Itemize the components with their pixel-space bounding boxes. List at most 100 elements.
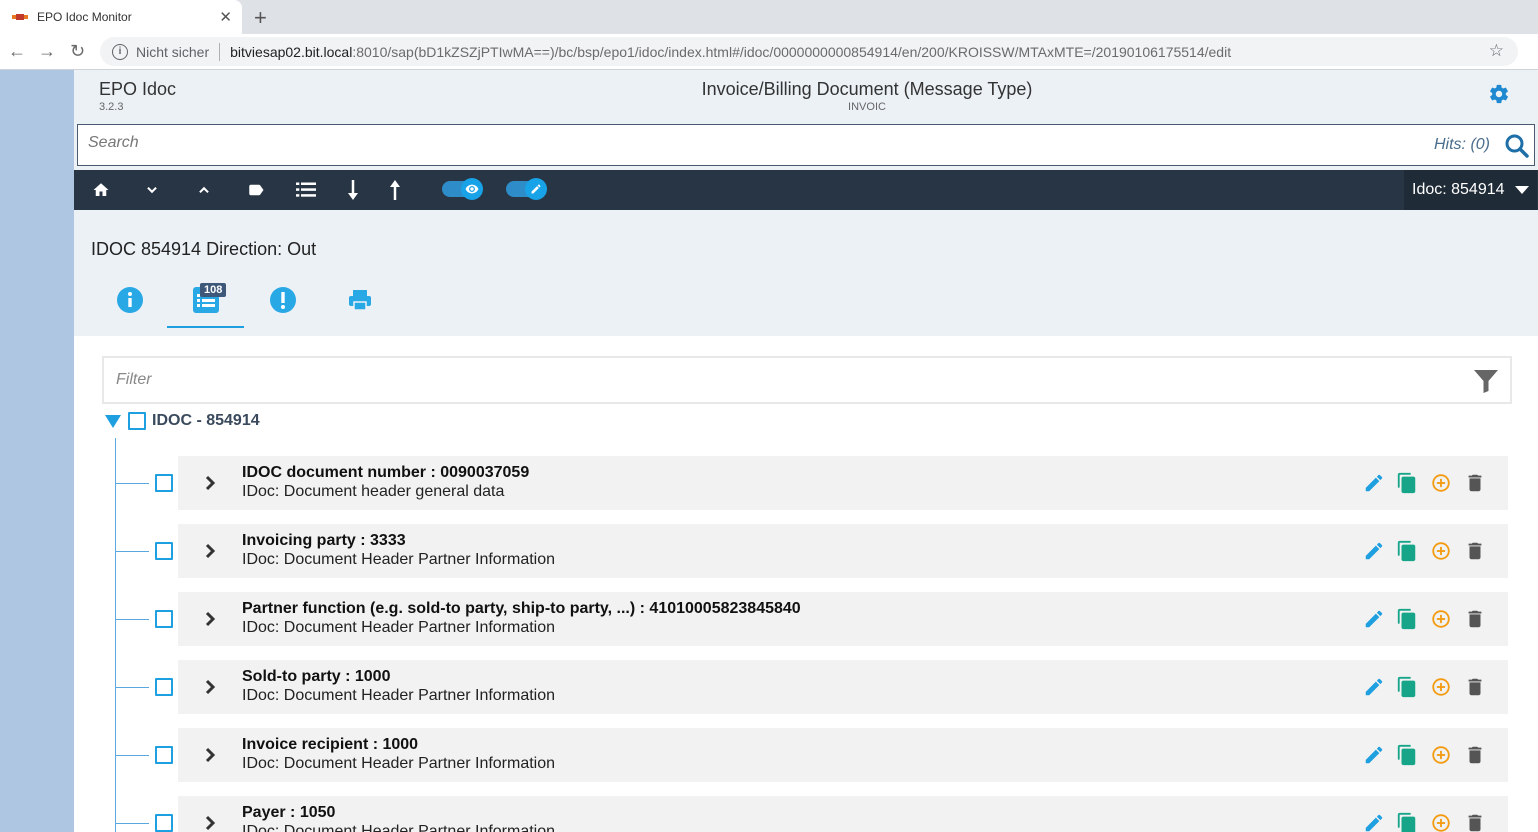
home-button[interactable] bbox=[91, 180, 111, 200]
root-checkbox[interactable] bbox=[128, 412, 146, 430]
arrow-up-icon bbox=[390, 180, 400, 200]
trash-icon[interactable] bbox=[1464, 744, 1486, 766]
search-hits: Hits: (0) bbox=[1434, 136, 1490, 153]
trash-icon[interactable] bbox=[1464, 812, 1486, 832]
copy-icon[interactable] bbox=[1396, 472, 1418, 494]
trash-icon[interactable] bbox=[1464, 676, 1486, 698]
tree-node: Partner function (e.g. sold-to party, sh… bbox=[115, 592, 1509, 646]
chevron-right-icon[interactable] bbox=[204, 473, 218, 493]
tree-branch-line bbox=[115, 551, 149, 552]
chevron-right-icon[interactable] bbox=[204, 541, 218, 561]
print-tab-icon[interactable] bbox=[346, 286, 374, 314]
pencil-icon[interactable] bbox=[1363, 472, 1385, 494]
search-input[interactable] bbox=[88, 134, 1388, 152]
copy-icon[interactable] bbox=[1396, 676, 1418, 698]
forward-icon[interactable]: → bbox=[38, 41, 56, 62]
tab-title: EPO Idoc Monitor bbox=[37, 10, 132, 24]
chevron-down-icon bbox=[147, 186, 157, 194]
idoc-selector-label: Idoc: 854914 bbox=[1412, 181, 1505, 198]
chevron-right-icon[interactable] bbox=[204, 677, 218, 697]
address-bar[interactable]: i Nicht sicher bitviesap02.bit.local:801… bbox=[100, 37, 1518, 66]
label-button[interactable] bbox=[246, 180, 266, 200]
add-circle-icon[interactable] bbox=[1430, 744, 1452, 766]
node-checkbox[interactable] bbox=[155, 474, 173, 492]
tree-node: Payer : 1050 IDoc: Document Header Partn… bbox=[115, 796, 1509, 832]
list-view-button[interactable] bbox=[296, 180, 316, 200]
segment-card[interactable]: Invoice recipient : 1000 IDoc: Document … bbox=[178, 728, 1508, 782]
tree-node: Invoicing party : 3333 IDoc: Document He… bbox=[115, 524, 1509, 578]
browser-tabbar: EPO Idoc Monitor ✕ + bbox=[0, 0, 1538, 34]
toggle-knob bbox=[461, 178, 483, 200]
left-gutter bbox=[0, 70, 74, 832]
reload-icon[interactable]: ↻ bbox=[70, 41, 85, 62]
add-circle-icon[interactable] bbox=[1430, 676, 1452, 698]
segment-card[interactable]: IDOC document number : 0090037059 IDoc: … bbox=[178, 456, 1508, 510]
app-header: EPO Idoc 3.2.3 Invoice/Billing Document … bbox=[74, 70, 1538, 210]
filter-input[interactable] bbox=[116, 371, 1416, 389]
exclamation-tab-icon[interactable] bbox=[269, 286, 297, 314]
trash-icon[interactable] bbox=[1464, 472, 1486, 494]
expand-all-button[interactable] bbox=[142, 180, 162, 200]
pencil-icon[interactable] bbox=[1363, 540, 1385, 562]
segment-description: IDoc: Document Header Partner Informatio… bbox=[242, 551, 556, 568]
tab-close-icon[interactable]: ✕ bbox=[219, 8, 232, 26]
segment-title: Partner function (e.g. sold-to party, sh… bbox=[242, 600, 801, 617]
trash-icon[interactable] bbox=[1464, 540, 1486, 562]
add-circle-icon[interactable] bbox=[1430, 812, 1452, 832]
edit-mode-toggle[interactable] bbox=[506, 178, 547, 200]
pencil-icon[interactable] bbox=[1363, 812, 1385, 832]
add-circle-icon[interactable] bbox=[1430, 472, 1452, 494]
collapse-all-button[interactable] bbox=[194, 180, 214, 200]
copy-icon[interactable] bbox=[1396, 540, 1418, 562]
idoc-selector[interactable]: Idoc: 854914 bbox=[1404, 170, 1537, 210]
active-tab-indicator bbox=[167, 326, 244, 328]
move-up-button[interactable] bbox=[385, 180, 405, 200]
node-checkbox[interactable] bbox=[155, 542, 173, 560]
back-icon[interactable]: ← bbox=[8, 41, 26, 62]
chevron-right-icon[interactable] bbox=[204, 813, 218, 832]
bookmark-star-icon[interactable]: ☆ bbox=[1489, 41, 1504, 61]
search-icon[interactable] bbox=[1504, 133, 1530, 159]
omnibox-separator bbox=[219, 42, 221, 61]
pencil-icon[interactable] bbox=[1363, 744, 1385, 766]
segment-card[interactable]: Invoicing party : 3333 IDoc: Document He… bbox=[178, 524, 1508, 578]
tree-branch-line bbox=[115, 483, 149, 484]
tree-root: IDOC - 854914 bbox=[105, 411, 260, 431]
view-mode-toggle[interactable] bbox=[442, 178, 483, 200]
browser-tab[interactable]: EPO Idoc Monitor ✕ bbox=[0, 0, 242, 34]
chevron-right-icon[interactable] bbox=[204, 609, 218, 629]
new-tab-icon[interactable]: + bbox=[254, 5, 267, 31]
node-checkbox[interactable] bbox=[155, 746, 173, 764]
node-checkbox[interactable] bbox=[155, 814, 173, 832]
info-tab-icon[interactable] bbox=[116, 286, 144, 314]
tree-root-label: IDOC - 854914 bbox=[152, 412, 260, 429]
segment-card[interactable]: Sold-to party : 1000 IDoc: Document Head… bbox=[178, 660, 1508, 714]
node-checkbox[interactable] bbox=[155, 610, 173, 628]
node-checkbox[interactable] bbox=[155, 678, 173, 696]
caret-down-icon bbox=[1514, 186, 1529, 194]
copy-icon[interactable] bbox=[1396, 744, 1418, 766]
favicon-icon bbox=[12, 14, 28, 20]
segment-card[interactable]: Payer : 1050 IDoc: Document Header Partn… bbox=[178, 796, 1508, 832]
home-icon bbox=[93, 183, 109, 196]
browser-urlbar: ← → ↻ i Nicht sicher bitviesap02.bit.loc… bbox=[0, 34, 1538, 70]
gear-icon[interactable] bbox=[1488, 83, 1510, 105]
list-icon bbox=[296, 182, 316, 197]
move-down-button[interactable] bbox=[343, 180, 363, 200]
info-icon[interactable]: i bbox=[112, 43, 128, 60]
chevron-right-icon[interactable] bbox=[204, 745, 218, 765]
copy-icon[interactable] bbox=[1396, 608, 1418, 630]
pencil-icon[interactable] bbox=[1363, 676, 1385, 698]
trash-icon[interactable] bbox=[1464, 608, 1486, 630]
app-container: EPO Idoc 3.2.3 Invoice/Billing Document … bbox=[74, 70, 1538, 832]
add-circle-icon[interactable] bbox=[1430, 540, 1452, 562]
pencil-icon[interactable] bbox=[1363, 608, 1385, 630]
filter-funnel-icon[interactable] bbox=[1473, 368, 1499, 394]
caret-down-icon[interactable] bbox=[105, 414, 121, 428]
toggle-knob bbox=[525, 178, 547, 200]
segment-card[interactable]: Partner function (e.g. sold-to party, sh… bbox=[178, 592, 1508, 646]
pencil-icon bbox=[531, 184, 541, 194]
idoc-subheader: IDOC 854914 Direction: Out 108 bbox=[74, 210, 1538, 336]
copy-icon[interactable] bbox=[1396, 812, 1418, 832]
add-circle-icon[interactable] bbox=[1430, 608, 1452, 630]
